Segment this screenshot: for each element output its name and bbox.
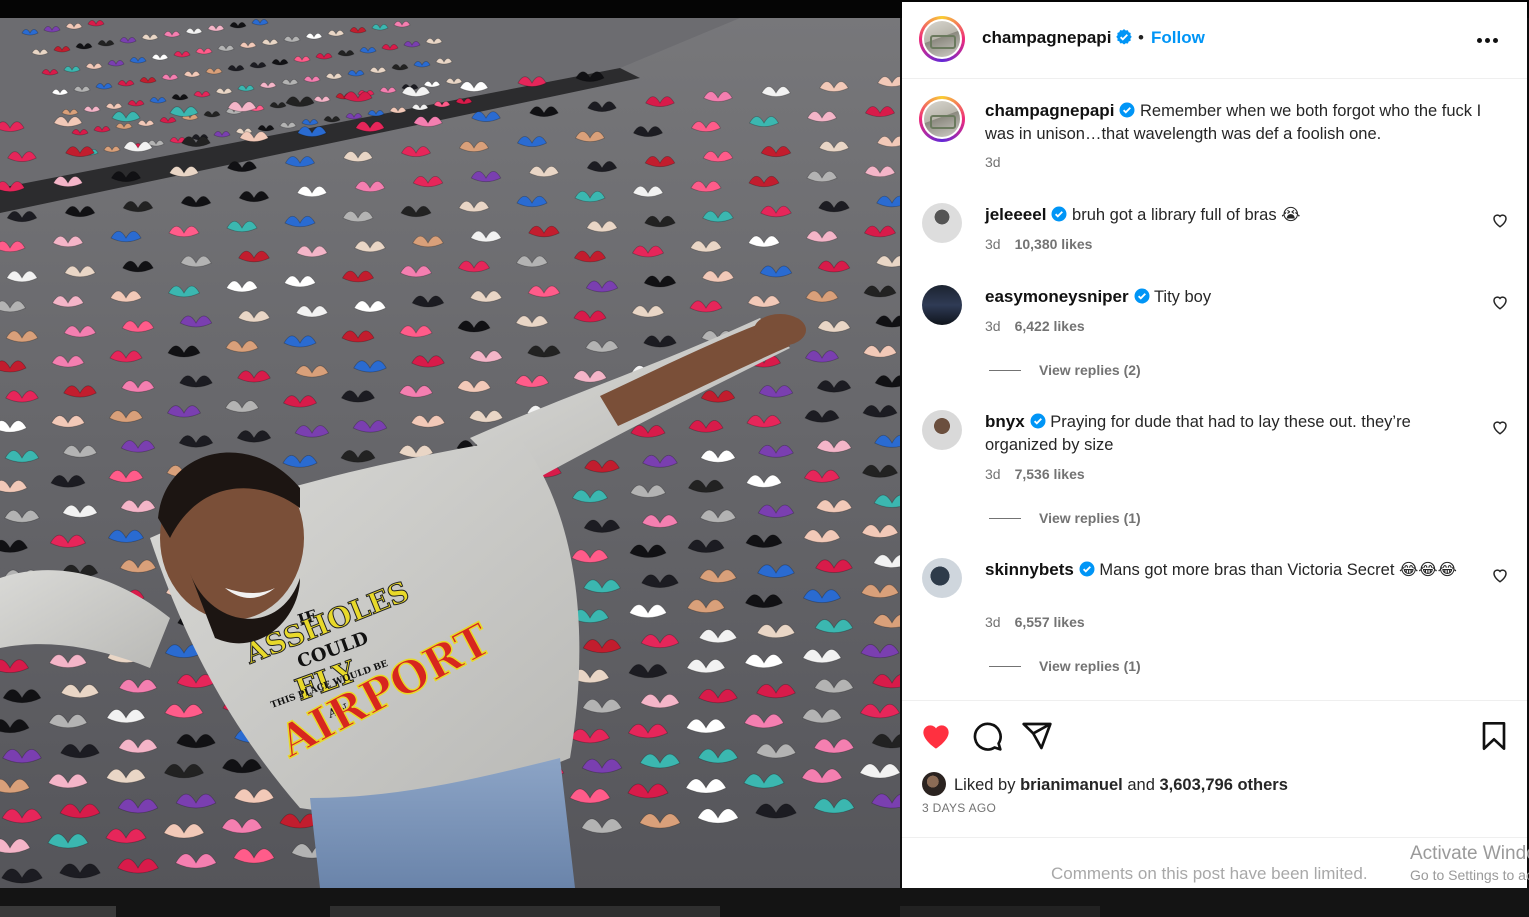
comment-likes[interactable]: 6,422 likes <box>1015 318 1085 334</box>
comment-body: Mans got more bras than Victoria Secret <box>1099 561 1395 579</box>
commenter-avatar[interactable] <box>922 558 962 598</box>
header-separator: • <box>1138 28 1144 47</box>
comment-timestamp[interactable]: 3d <box>985 466 1001 482</box>
comment-meta: 3d 6,557 likes <box>985 614 1085 630</box>
verified-badge-icon <box>1030 413 1046 429</box>
post-details-panel: champagnepapi • Follow champagnepapi Rem… <box>902 2 1527 905</box>
commenter-username[interactable]: jeleeeel <box>985 205 1046 224</box>
heart-icon[interactable] <box>920 720 952 752</box>
post-caption: champagnepapi Remember when we both forg… <box>985 99 1495 146</box>
comment-text: bnyx Praying for dude that had to lay th… <box>985 410 1465 457</box>
post-image: IF ASSHOLES COULD FLY THIS PLACE WOULD B… <box>0 18 900 888</box>
post-date[interactable]: 3 DAYS AGO <box>922 801 996 815</box>
verified-badge-icon <box>1116 29 1133 45</box>
likes-count[interactable]: 3,603,796 others <box>1159 776 1287 794</box>
comment-bubble-icon[interactable] <box>971 720 1003 752</box>
comment-body: bruh got a library full of bras <box>1072 206 1277 224</box>
comment-body: Tity boy <box>1153 288 1212 306</box>
comment-like-heart-icon[interactable] <box>1491 418 1509 436</box>
comments-list: champagnepapi Remember when we both forg… <box>902 79 1527 699</box>
comment-like-heart-icon[interactable] <box>1491 293 1509 311</box>
view-replies-button[interactable]: View replies (1) <box>989 658 1141 674</box>
verified-badge-icon <box>1134 288 1150 304</box>
windows-activation-watermark: Activate Windows Go to Settings to activ… <box>1410 843 1529 883</box>
comment-timestamp[interactable]: 3d <box>985 318 1001 334</box>
commenter-avatar[interactable] <box>922 410 962 450</box>
bottom-backdrop <box>0 888 1529 917</box>
commenter-username[interactable]: easymoneysniper <box>985 287 1129 306</box>
caption-timestamp[interactable]: 3d <box>985 154 1001 170</box>
author-username[interactable]: champagnepapi <box>982 28 1133 48</box>
view-replies-button[interactable]: View replies (1) <box>989 510 1141 526</box>
view-replies-button[interactable]: View replies (2) <box>989 362 1141 378</box>
caption-avatar[interactable] <box>919 96 965 142</box>
instagram-post-modal: IF ASSHOLES COULD FLY THIS PLACE WOULD B… <box>0 0 1529 917</box>
post-header: champagnepapi • Follow <box>902 2 1527 79</box>
paper-plane-icon[interactable] <box>1021 720 1053 752</box>
comments-limited-text: Comments on this post have been limited. <box>1051 864 1368 883</box>
liked-by-username[interactable]: brianimanuel <box>1020 776 1123 794</box>
verified-badge-icon <box>1051 206 1067 222</box>
comment-likes[interactable]: 7,536 likes <box>1015 466 1085 482</box>
more-options-icon[interactable] <box>1476 30 1506 50</box>
liked-by-line: Liked by brianimanuel and 3,603,796 othe… <box>922 772 1288 796</box>
comment-timestamp[interactable]: 3d <box>985 236 1001 252</box>
commenter-username[interactable]: skinnybets <box>985 560 1074 579</box>
liked-by-avatar[interactable] <box>922 772 946 796</box>
comment-body: Praying for dude that had to lay these o… <box>985 413 1411 454</box>
comment-likes[interactable]: 6,557 likes <box>1015 614 1085 630</box>
comment-timestamp[interactable]: 3d <box>985 614 1001 630</box>
verified-badge-icon <box>1119 102 1135 118</box>
comment-like-heart-icon[interactable] <box>1491 566 1509 584</box>
verified-badge-icon <box>1079 561 1095 577</box>
tears-of-joy-emoji: 😂😂😂 <box>1399 561 1457 579</box>
comment-text: skinnybets Mans got more bras than Victo… <box>985 558 1465 582</box>
comment-like-heart-icon[interactable] <box>1491 211 1509 229</box>
bookmark-icon[interactable] <box>1478 720 1510 752</box>
commenter-username[interactable]: bnyx <box>985 412 1025 431</box>
commenter-avatar[interactable] <box>922 203 962 243</box>
comment-likes[interactable]: 10,380 likes <box>1015 236 1093 252</box>
comment-meta: 3d 10,380 likes <box>985 236 1092 252</box>
loudly-crying-emoji: 😭 <box>1281 206 1301 224</box>
caption-username[interactable]: champagnepapi <box>985 101 1114 120</box>
post-photo[interactable]: IF ASSHOLES COULD FLY THIS PLACE WOULD B… <box>0 18 900 888</box>
comment-meta: 3d 6,422 likes <box>985 318 1085 334</box>
comment-meta: 3d 7,536 likes <box>985 466 1085 482</box>
comment-text: easymoneysniper Tity boy <box>985 285 1465 309</box>
follow-button[interactable]: Follow <box>1151 28 1205 48</box>
post-actions: Liked by brianimanuel and 3,603,796 othe… <box>902 700 1527 837</box>
commenter-avatar[interactable] <box>922 285 962 325</box>
comment-text: jeleeeel bruh got a library full of bras… <box>985 203 1465 227</box>
author-avatar[interactable] <box>919 16 965 62</box>
